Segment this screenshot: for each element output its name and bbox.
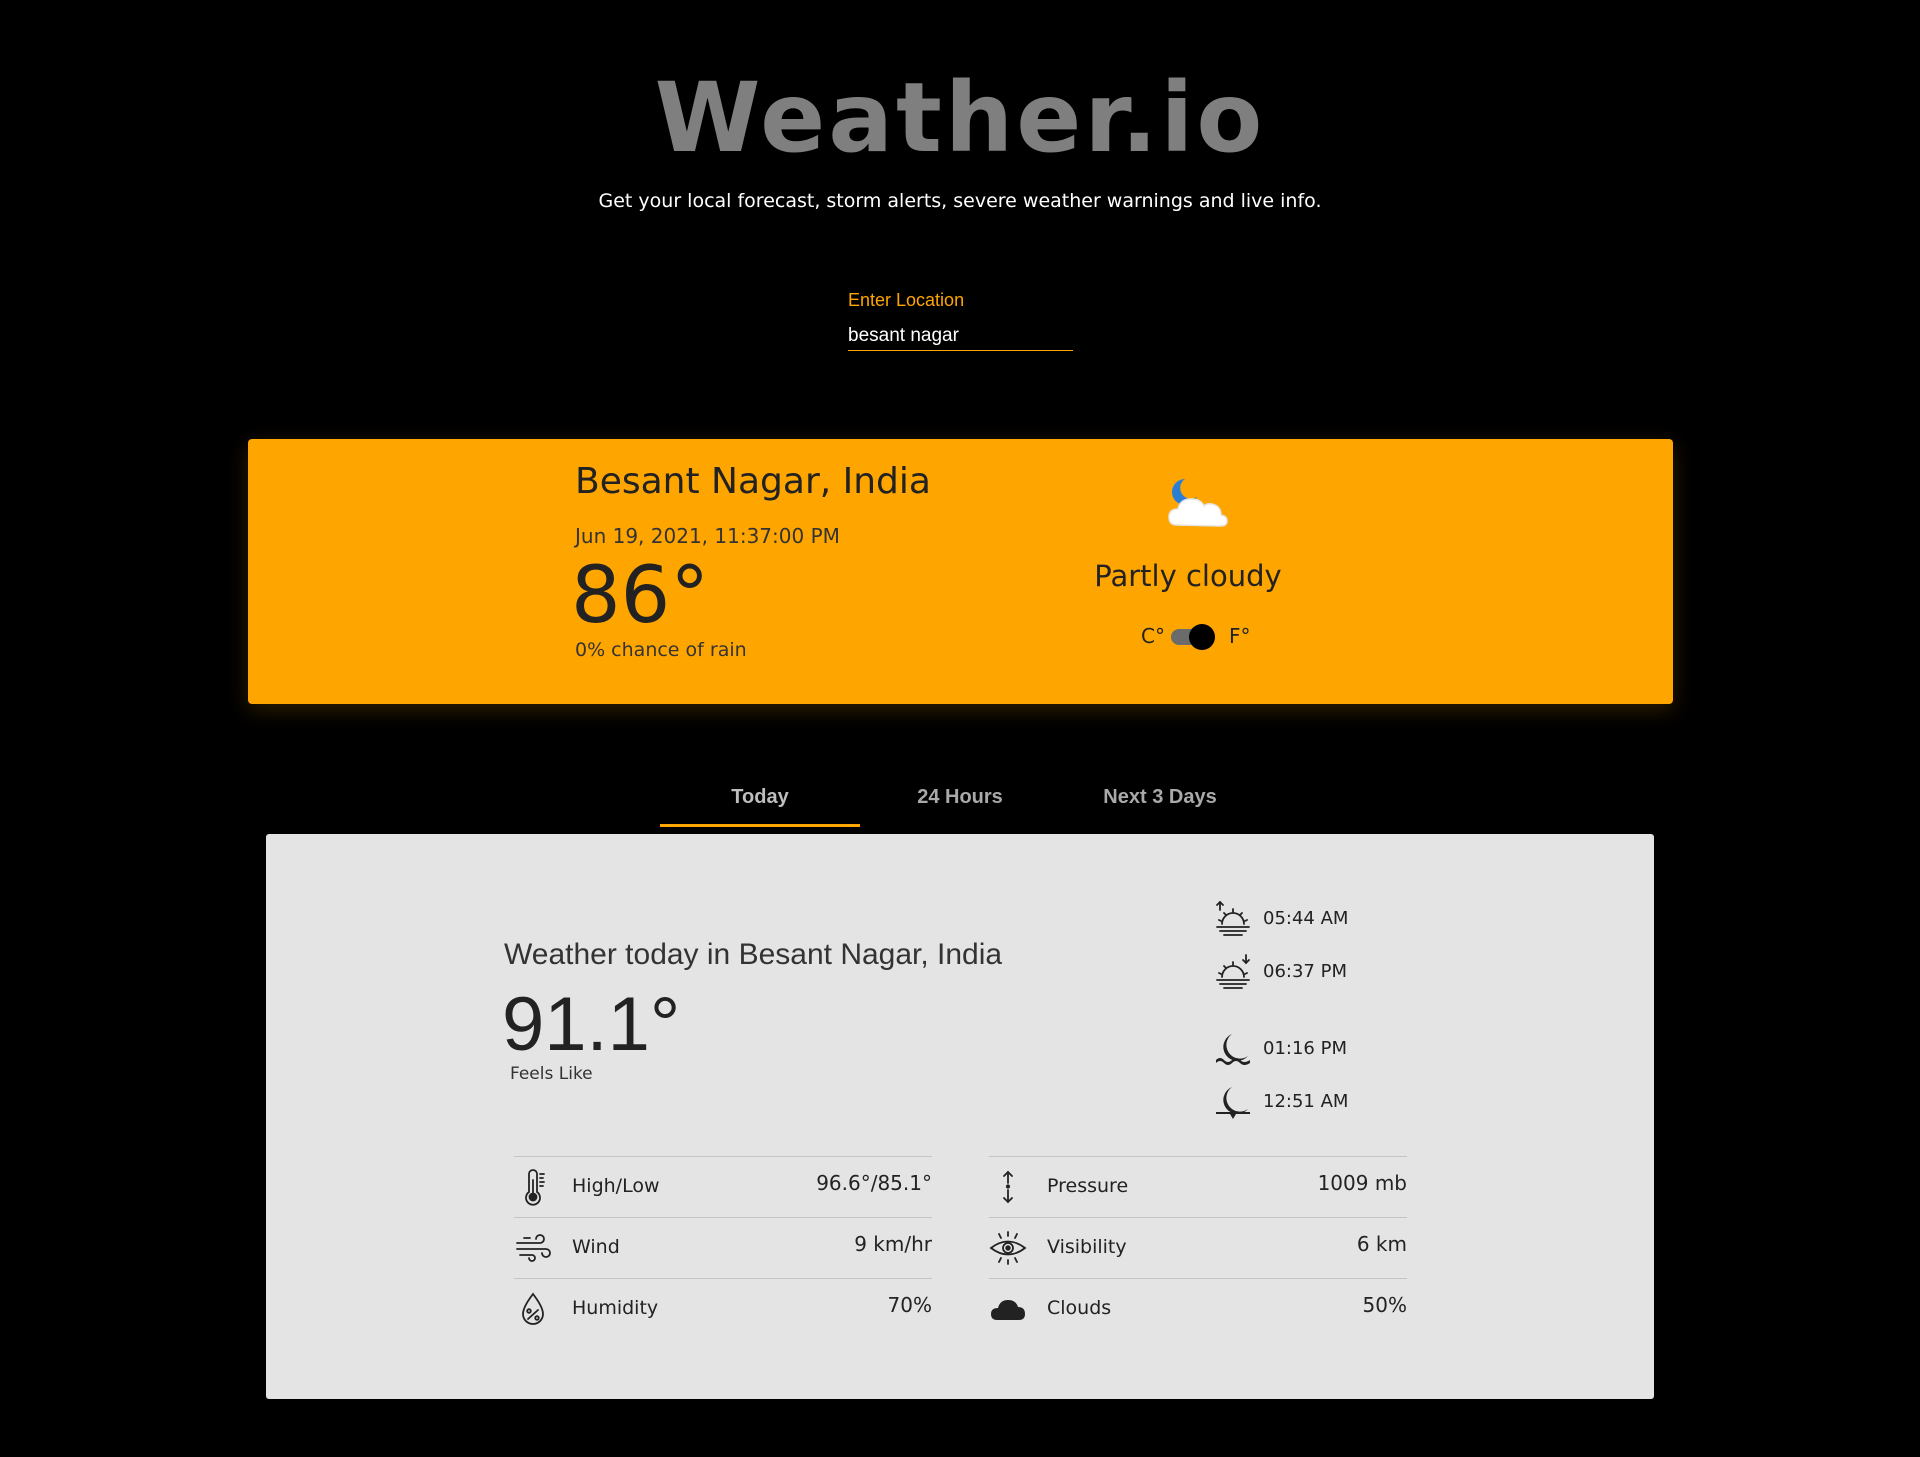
moonrise-icon — [1216, 1034, 1250, 1065]
sunrise-icon — [1216, 900, 1250, 936]
pressure-label: Pressure — [1047, 1175, 1129, 1197]
wind-label: Wind — [572, 1236, 620, 1258]
feels-like-value: 91.1° — [502, 982, 681, 1067]
visibility-icon — [989, 1231, 1027, 1265]
forecast-tabs: Today 24 Hours Next 3 Days — [660, 770, 1260, 827]
current-condition: Partly cloudy — [1094, 559, 1282, 593]
clouds-value: 50% — [1362, 1293, 1407, 1317]
clouds-label: Clouds — [1047, 1297, 1112, 1319]
today-heading: Weather today in Besant Nagar, India — [504, 938, 1003, 971]
wind-icon — [516, 1234, 551, 1262]
current-temperature: 86° — [571, 551, 710, 641]
high-low-label: High/Low — [572, 1175, 660, 1197]
active-tab-indicator — [660, 824, 860, 827]
current-location: Besant Nagar, India — [575, 461, 931, 502]
partly-cloudy-night-icon — [1168, 479, 1228, 527]
location-label: Enter Location — [848, 290, 965, 310]
tagline: Get your local forecast, storm alerts, s… — [598, 190, 1322, 212]
today-card: Weather today in Besant Nagar, India 91.… — [266, 834, 1654, 1399]
toggle-knob[interactable] — [1189, 624, 1215, 650]
humidity-value: 70% — [887, 1293, 932, 1317]
moonset-row: 12:51 AM — [1214, 1081, 1414, 1121]
moonset-time: 12:51 AM — [1263, 1091, 1349, 1112]
moonset-icon — [1216, 1087, 1250, 1119]
detail-row-clouds: Clouds 50% — [989, 1278, 1407, 1339]
weather-app: Weather.io Get your local forecast, stor… — [0, 0, 1920, 1457]
detail-row-humidity: Humidity 70% — [514, 1278, 932, 1339]
visibility-value: 6 km — [1356, 1232, 1407, 1256]
wind-value: 9 km/hr — [854, 1232, 932, 1256]
tab-today[interactable]: Today — [660, 770, 860, 826]
details-left: High/Low 96.6°/85.1° Wind 9 km/hr Humidi… — [514, 1156, 932, 1339]
unit-toggle[interactable]: C° F° — [1141, 621, 1261, 651]
visibility-label: Visibility — [1047, 1236, 1127, 1258]
unit-fahrenheit-label: F° — [1229, 624, 1251, 648]
sunrise-row: 05:44 AM — [1214, 898, 1414, 938]
humidity-icon — [522, 1292, 544, 1325]
thermometer-icon — [525, 1169, 545, 1206]
detail-row-visibility: Visibility 6 km — [989, 1217, 1407, 1278]
tab-24-hours[interactable]: 24 Hours — [860, 770, 1060, 826]
sunset-time: 06:37 PM — [1263, 961, 1347, 982]
current-datetime: Jun 19, 2021, 11:37:00 PM — [575, 524, 840, 548]
sunrise-time: 05:44 AM — [1263, 908, 1349, 929]
details-right: Pressure 1009 mb Visibility 6 km Clouds … — [989, 1156, 1407, 1339]
app-title: Weather.io — [654, 62, 1266, 174]
pressure-icon — [1003, 1170, 1013, 1204]
tab-next-3-days[interactable]: Next 3 Days — [1060, 770, 1260, 826]
location-input[interactable] — [848, 322, 1073, 351]
location-field: Enter Location — [848, 290, 1073, 354]
feels-like-label: Feels Like — [510, 1064, 593, 1084]
moonrise-time: 01:16 PM — [1263, 1038, 1347, 1059]
unit-celsius-label: C° — [1141, 624, 1165, 648]
rain-chance: 0% chance of rain — [575, 639, 747, 661]
sunset-row: 06:37 PM — [1214, 951, 1414, 991]
humidity-label: Humidity — [572, 1297, 659, 1319]
sunset-icon — [1216, 954, 1250, 989]
pressure-value: 1009 mb — [1317, 1171, 1407, 1195]
detail-row-high-low: High/Low 96.6°/85.1° — [514, 1156, 932, 1217]
detail-row-pressure: Pressure 1009 mb — [989, 1156, 1407, 1217]
clouds-icon — [991, 1300, 1025, 1320]
high-low-value: 96.6°/85.1° — [816, 1171, 932, 1195]
moonrise-row: 01:16 PM — [1214, 1028, 1414, 1068]
detail-row-wind: Wind 9 km/hr — [514, 1217, 932, 1278]
current-weather-card: Besant Nagar, India Jun 19, 2021, 11:37:… — [248, 439, 1673, 704]
